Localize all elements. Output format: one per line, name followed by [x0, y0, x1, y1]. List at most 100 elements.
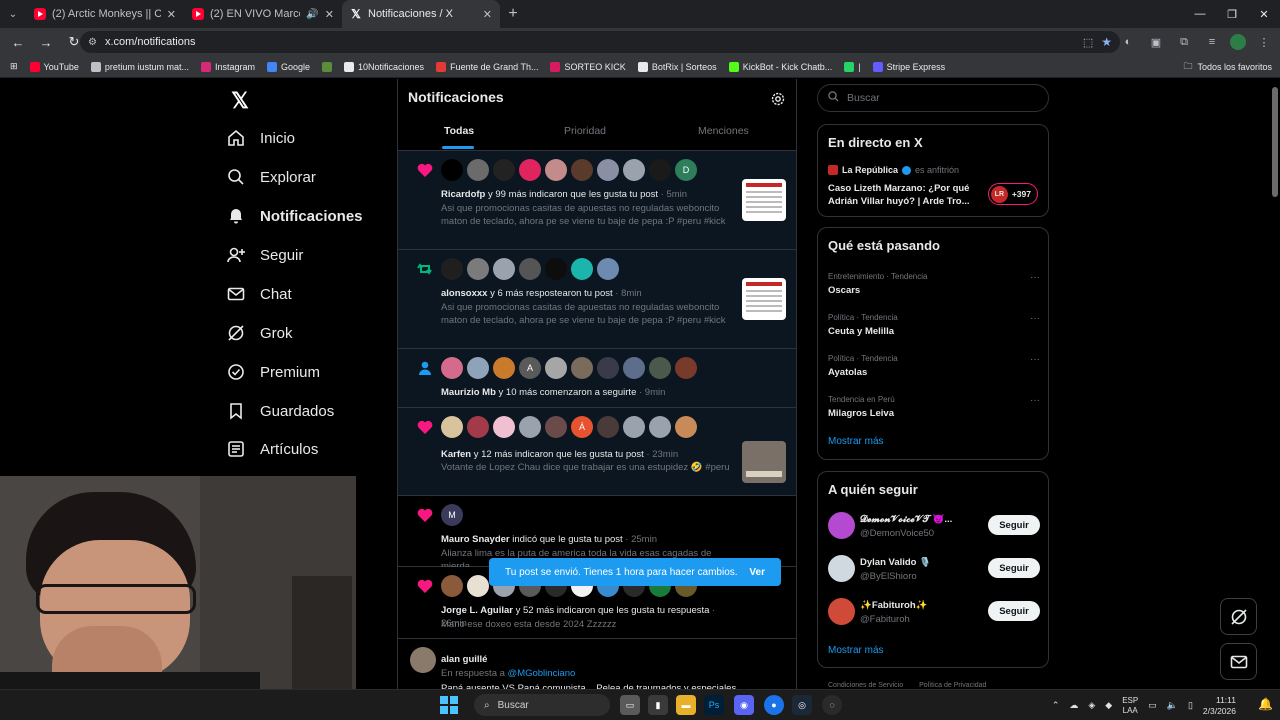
live-headline[interactable]: Caso Lizeth Marzano: ¿Por qué Adrián Vil…: [828, 182, 980, 208]
more-options-icon[interactable]: ···: [1030, 354, 1040, 365]
windows-start-icon[interactable]: [440, 696, 458, 714]
notification-actor[interactable]: Ricardofp: [441, 189, 485, 200]
nav-item-artículos[interactable]: Artículos: [226, 434, 318, 464]
app-icon[interactable]: ◌: [822, 695, 842, 715]
nav-item-seguir[interactable]: Seguir: [226, 240, 303, 270]
avatar[interactable]: [410, 647, 436, 673]
follow-suggestion[interactable]: 𝓓𝓮𝓶𝓸𝓷𝓥𝓸𝓲𝓬𝓮𝓥𝓣 😈... @DemonVoice50 Seguir: [828, 512, 1040, 542]
tab-menciones[interactable]: Menciones: [698, 125, 749, 137]
clock[interactable]: 11:11 2/3/2026: [1203, 695, 1236, 717]
language-indicator[interactable]: ESP LAA: [1122, 696, 1138, 716]
browser-tab-0[interactable]: (2) Arctic Monkeys || Crying Lightning ✕: [26, 0, 184, 28]
notifications-bell-icon[interactable]: 🔔: [1258, 697, 1274, 713]
nav-item-inicio[interactable]: Inicio: [226, 123, 295, 153]
avatar[interactable]: [493, 357, 515, 379]
search-input[interactable]: [847, 92, 1027, 104]
notification-item[interactable]: A Maurizio Mb y 10 más comenzaron a segui…: [398, 349, 796, 408]
avatar[interactable]: [493, 159, 515, 181]
nav-item-grok[interactable]: Grok: [226, 318, 293, 348]
bookmark-item[interactable]: Google: [261, 61, 316, 72]
close-icon[interactable]: ✕: [325, 8, 334, 21]
live-source[interactable]: La República es anfitrión: [828, 165, 959, 175]
reply-handle-link[interactable]: @MGoblinciano: [508, 668, 576, 679]
avatar[interactable]: [597, 258, 619, 280]
nav-item-explorar[interactable]: Explorar: [226, 162, 316, 192]
trend-item[interactable]: Política · Tendencia Ayatolas ···: [828, 354, 1040, 378]
url-text[interactable]: x.com/notifications: [105, 36, 1075, 48]
menu-kebab-icon[interactable]: ⋮: [1254, 32, 1274, 52]
avatar[interactable]: D: [675, 159, 697, 181]
photoshop-icon[interactable]: Ps: [704, 695, 724, 715]
footer-link[interactable]: Condiciones de Servicio: [828, 682, 903, 689]
more-options-icon[interactable]: ···: [1030, 272, 1040, 283]
network-icon[interactable]: ▭: [1148, 700, 1157, 711]
notification-actor[interactable]: alan guillé: [441, 654, 487, 665]
avatar[interactable]: [828, 512, 855, 539]
notification-item[interactable]: alan guillé En respuesta a @MGoblinciano P…: [398, 639, 796, 689]
media-icon[interactable]: ≡: [1202, 32, 1222, 52]
profile-avatar[interactable]: [1230, 34, 1246, 50]
close-window-icon[interactable]: ✕: [1248, 0, 1280, 28]
app-icon[interactable]: ▮: [648, 695, 668, 715]
avatar[interactable]: [545, 258, 567, 280]
battery-icon[interactable]: ▯: [1188, 700, 1193, 711]
bookmark-item[interactable]: 10Notificaciones: [338, 61, 430, 72]
notification-actor[interactable]: Jorge L. Aguilar: [441, 605, 513, 616]
avatar[interactable]: [623, 357, 645, 379]
avatar[interactable]: [675, 416, 697, 438]
speaker-icon[interactable]: 🔊: [306, 9, 318, 20]
avatar[interactable]: [649, 416, 671, 438]
bookmark-item[interactable]: Fuente de Grand Th...: [430, 61, 544, 72]
notification-actor[interactable]: Karfen: [441, 449, 471, 460]
avatar[interactable]: [519, 258, 541, 280]
bookmark-item[interactable]: Instagram: [195, 61, 261, 72]
avatar[interactable]: [649, 357, 671, 379]
all-bookmarks-folder[interactable]: 🗀 Todos los favoritos: [1183, 56, 1272, 78]
avatar[interactable]: [467, 258, 489, 280]
avatar[interactable]: [545, 357, 567, 379]
bookmark-item[interactable]: BotRix | Sorteos: [632, 61, 723, 72]
chrome-icon[interactable]: ●: [764, 695, 784, 715]
page-scrollbar[interactable]: [1270, 79, 1280, 689]
more-options-icon[interactable]: ···: [1030, 313, 1040, 324]
avatar[interactable]: [545, 159, 567, 181]
bookmark-item[interactable]: YouTube: [24, 61, 85, 72]
site-info-icon[interactable]: ⚙: [88, 37, 97, 48]
notification-item[interactable]: alonsoxxx y 6 más respostearon tu post ·…: [398, 250, 796, 349]
notification-item[interactable]: Á Karfen y 12 más indicaron que les gusta…: [398, 408, 796, 496]
steam-icon[interactable]: ◎: [792, 695, 812, 715]
nav-item-premium[interactable]: Premium: [226, 357, 320, 387]
extension-icon[interactable]: ▣: [1146, 32, 1166, 52]
nav-item-notificaciones[interactable]: Notificaciones: [226, 201, 363, 231]
tray-app-icon[interactable]: ☁: [1069, 700, 1078, 711]
avatar[interactable]: [467, 159, 489, 181]
install-icon[interactable]: ⬚: [1083, 36, 1093, 49]
avatar[interactable]: [597, 159, 619, 181]
extension-icon[interactable]: ◐: [1118, 32, 1138, 52]
notification-actor[interactable]: alonsoxxx: [441, 288, 487, 299]
extensions-puzzle-icon[interactable]: ⧉: [1174, 32, 1194, 52]
avatar[interactable]: A: [519, 357, 541, 379]
post-thumbnail[interactable]: [742, 179, 786, 221]
address-bar[interactable]: ⚙ x.com/notifications ⬚ ★: [80, 31, 1120, 53]
close-icon[interactable]: ✕: [483, 8, 492, 21]
trend-item[interactable]: Política · Tendencia Ceuta y Melilla ···: [828, 313, 1040, 337]
x-logo-icon[interactable]: 𝕏: [226, 87, 254, 115]
video-thumbnail[interactable]: [742, 441, 786, 483]
bookmark-item[interactable]: pretium iustum mat...: [85, 61, 195, 72]
grok-fab-button[interactable]: [1220, 598, 1257, 635]
avatar[interactable]: [519, 159, 541, 181]
more-options-icon[interactable]: ···: [1030, 395, 1040, 406]
new-tab-button[interactable]: +: [500, 5, 526, 23]
forward-button[interactable]: →: [34, 30, 58, 54]
avatar[interactable]: [467, 357, 489, 379]
avatar[interactable]: [493, 258, 515, 280]
avatar[interactable]: [623, 416, 645, 438]
avatar[interactable]: [828, 598, 855, 625]
notification-item[interactable]: M Mauro Snayder indicó que le gusta tu po…: [398, 496, 796, 572]
messages-fab-button[interactable]: [1220, 643, 1257, 680]
follow-show-more-link[interactable]: Mostrar más: [828, 645, 884, 656]
apps-grid-icon[interactable]: ⊞: [4, 61, 24, 72]
follow-button[interactable]: Seguir: [988, 601, 1040, 621]
avatar[interactable]: [545, 416, 567, 438]
